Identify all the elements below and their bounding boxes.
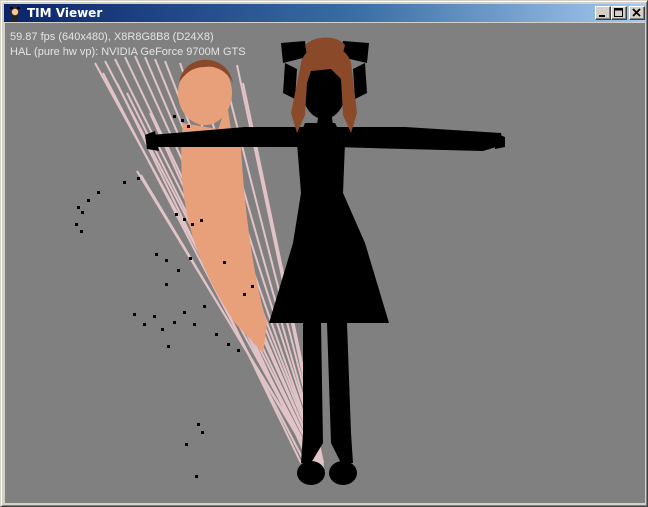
maximize-button[interactable]: [611, 6, 627, 20]
window-title: TIM Viewer: [27, 6, 103, 20]
character-app-icon: [10, 6, 20, 21]
title-bar[interactable]: TIM Viewer: [4, 4, 646, 22]
minimize-button[interactable]: [595, 6, 611, 20]
app-window: TIM Viewer 59.87 fps (640x480), X8R8G8B8…: [0, 0, 648, 507]
stats-overlay: 59.87 fps (640x480), X8R8G8B8 (D24X8) HA…: [10, 30, 246, 60]
device-readout: HAL (pure hw vp): NVIDIA GeForce 9700M G…: [10, 46, 246, 58]
close-button[interactable]: [629, 6, 645, 20]
fps-readout: 59.87 fps (640x480), X8R8G8B8 (D24X8): [10, 31, 214, 43]
close-icon: [632, 8, 641, 17]
floating-figure: [178, 59, 267, 353]
render-viewport[interactable]: 59.87 fps (640x480), X8R8G8B8 (D24X8) HA…: [5, 23, 645, 503]
minimize-icon: [599, 15, 605, 17]
3d-scene: [75, 37, 505, 485]
maximize-icon: [614, 8, 623, 17]
